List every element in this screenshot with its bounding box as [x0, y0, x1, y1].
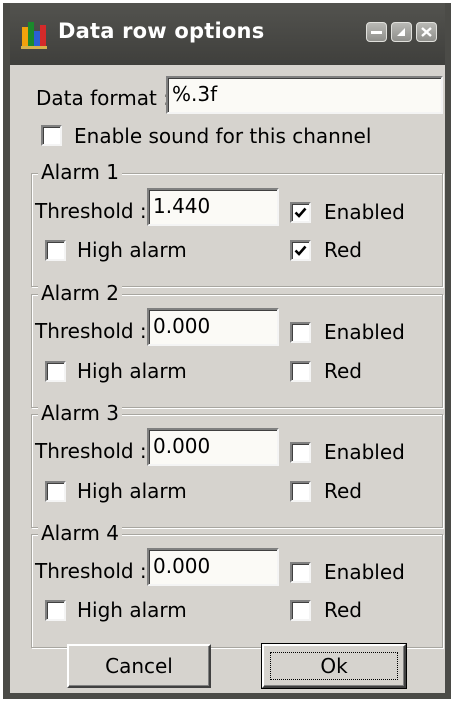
alarm-1-enabled-label: Enabled	[324, 200, 405, 224]
alarm-3-red-label: Red	[324, 479, 362, 503]
alarm-4-high-alarm-checkbox[interactable]	[45, 600, 66, 621]
alarm-4-title: Alarm 4	[38, 521, 122, 545]
alarm-1-red-checkbox[interactable]	[290, 240, 311, 261]
checkmark-icon	[294, 245, 307, 256]
alarm-2-threshold-label: Threshold :	[35, 319, 147, 343]
alarm-3-title: Alarm 3	[38, 401, 122, 425]
alarm-3-threshold-input[interactable]: 0.000	[147, 428, 279, 466]
alarm-4-threshold-label: Threshold :	[35, 559, 147, 583]
enable-sound-checkbox[interactable]	[41, 125, 62, 146]
alarm-4-enabled-label: Enabled	[324, 560, 405, 584]
alarm-4-group: Alarm 4 Threshold : 0.000 Enabled High a…	[31, 521, 443, 648]
dialog-window: Data row options Data format : %.3f Enab…	[3, 3, 451, 699]
alarm-3-enabled-checkbox[interactable]	[290, 442, 311, 463]
alarm-2-enabled-checkbox[interactable]	[290, 322, 311, 343]
alarm-4-red-label: Red	[324, 598, 362, 622]
focus-rectangle	[270, 652, 398, 680]
bar-chart-icon	[21, 22, 47, 49]
alarm-2-high-alarm-label: High alarm	[77, 359, 187, 383]
minimize-button[interactable]	[366, 22, 387, 42]
alarm-2-red-label: Red	[324, 359, 362, 383]
alarm-1-high-alarm-checkbox[interactable]	[45, 240, 66, 261]
alarm-1-threshold-label: Threshold :	[35, 199, 147, 223]
alarm-4-high-alarm-label: High alarm	[77, 598, 187, 622]
alarm-2-group: Alarm 2 Threshold : 0.000 Enabled High a…	[31, 281, 443, 408]
alarm-3-high-alarm-label: High alarm	[77, 479, 187, 503]
alarm-2-threshold-input[interactable]: 0.000	[147, 308, 279, 346]
maximize-button[interactable]	[391, 22, 412, 42]
alarm-2-enabled-label: Enabled	[324, 320, 405, 344]
alarm-3-group: Alarm 3 Threshold : 0.000 Enabled High a…	[31, 401, 443, 528]
alarm-4-threshold-input[interactable]: 0.000	[147, 548, 279, 586]
close-icon	[421, 27, 432, 37]
alarm-1-enabled-checkbox[interactable]	[290, 202, 311, 223]
window-title: Data row options	[58, 19, 265, 43]
alarm-2-red-checkbox[interactable]	[290, 361, 311, 382]
alarm-1-title: Alarm 1	[38, 160, 122, 184]
close-button[interactable]	[416, 22, 437, 42]
alarm-1-red-label: Red	[324, 238, 362, 262]
checkmark-icon	[294, 207, 307, 218]
alarm-3-red-checkbox[interactable]	[290, 481, 311, 502]
alarm-3-high-alarm-checkbox[interactable]	[45, 481, 66, 502]
alarm-4-red-checkbox[interactable]	[290, 600, 311, 621]
cancel-button[interactable]: Cancel	[67, 644, 211, 688]
maximize-icon	[397, 28, 405, 36]
minimize-icon	[371, 31, 382, 34]
alarm-1-group: Alarm 1 Threshold : 1.440 Enabled High a…	[31, 160, 443, 287]
alarm-3-threshold-label: Threshold :	[35, 439, 147, 463]
title-bar[interactable]: Data row options	[10, 3, 445, 65]
alarm-3-enabled-label: Enabled	[324, 440, 405, 464]
ok-button[interactable]: Ok	[261, 643, 407, 689]
alarm-2-high-alarm-checkbox[interactable]	[45, 361, 66, 382]
data-format-input[interactable]: %.3f	[166, 76, 443, 114]
enable-sound-label: Enable sound for this channel	[74, 124, 372, 148]
alarm-4-enabled-checkbox[interactable]	[290, 562, 311, 583]
alarm-1-threshold-input[interactable]: 1.440	[147, 188, 279, 226]
alarm-2-title: Alarm 2	[38, 281, 122, 305]
alarm-1-high-alarm-label: High alarm	[77, 238, 187, 262]
data-format-label: Data format :	[36, 86, 170, 110]
